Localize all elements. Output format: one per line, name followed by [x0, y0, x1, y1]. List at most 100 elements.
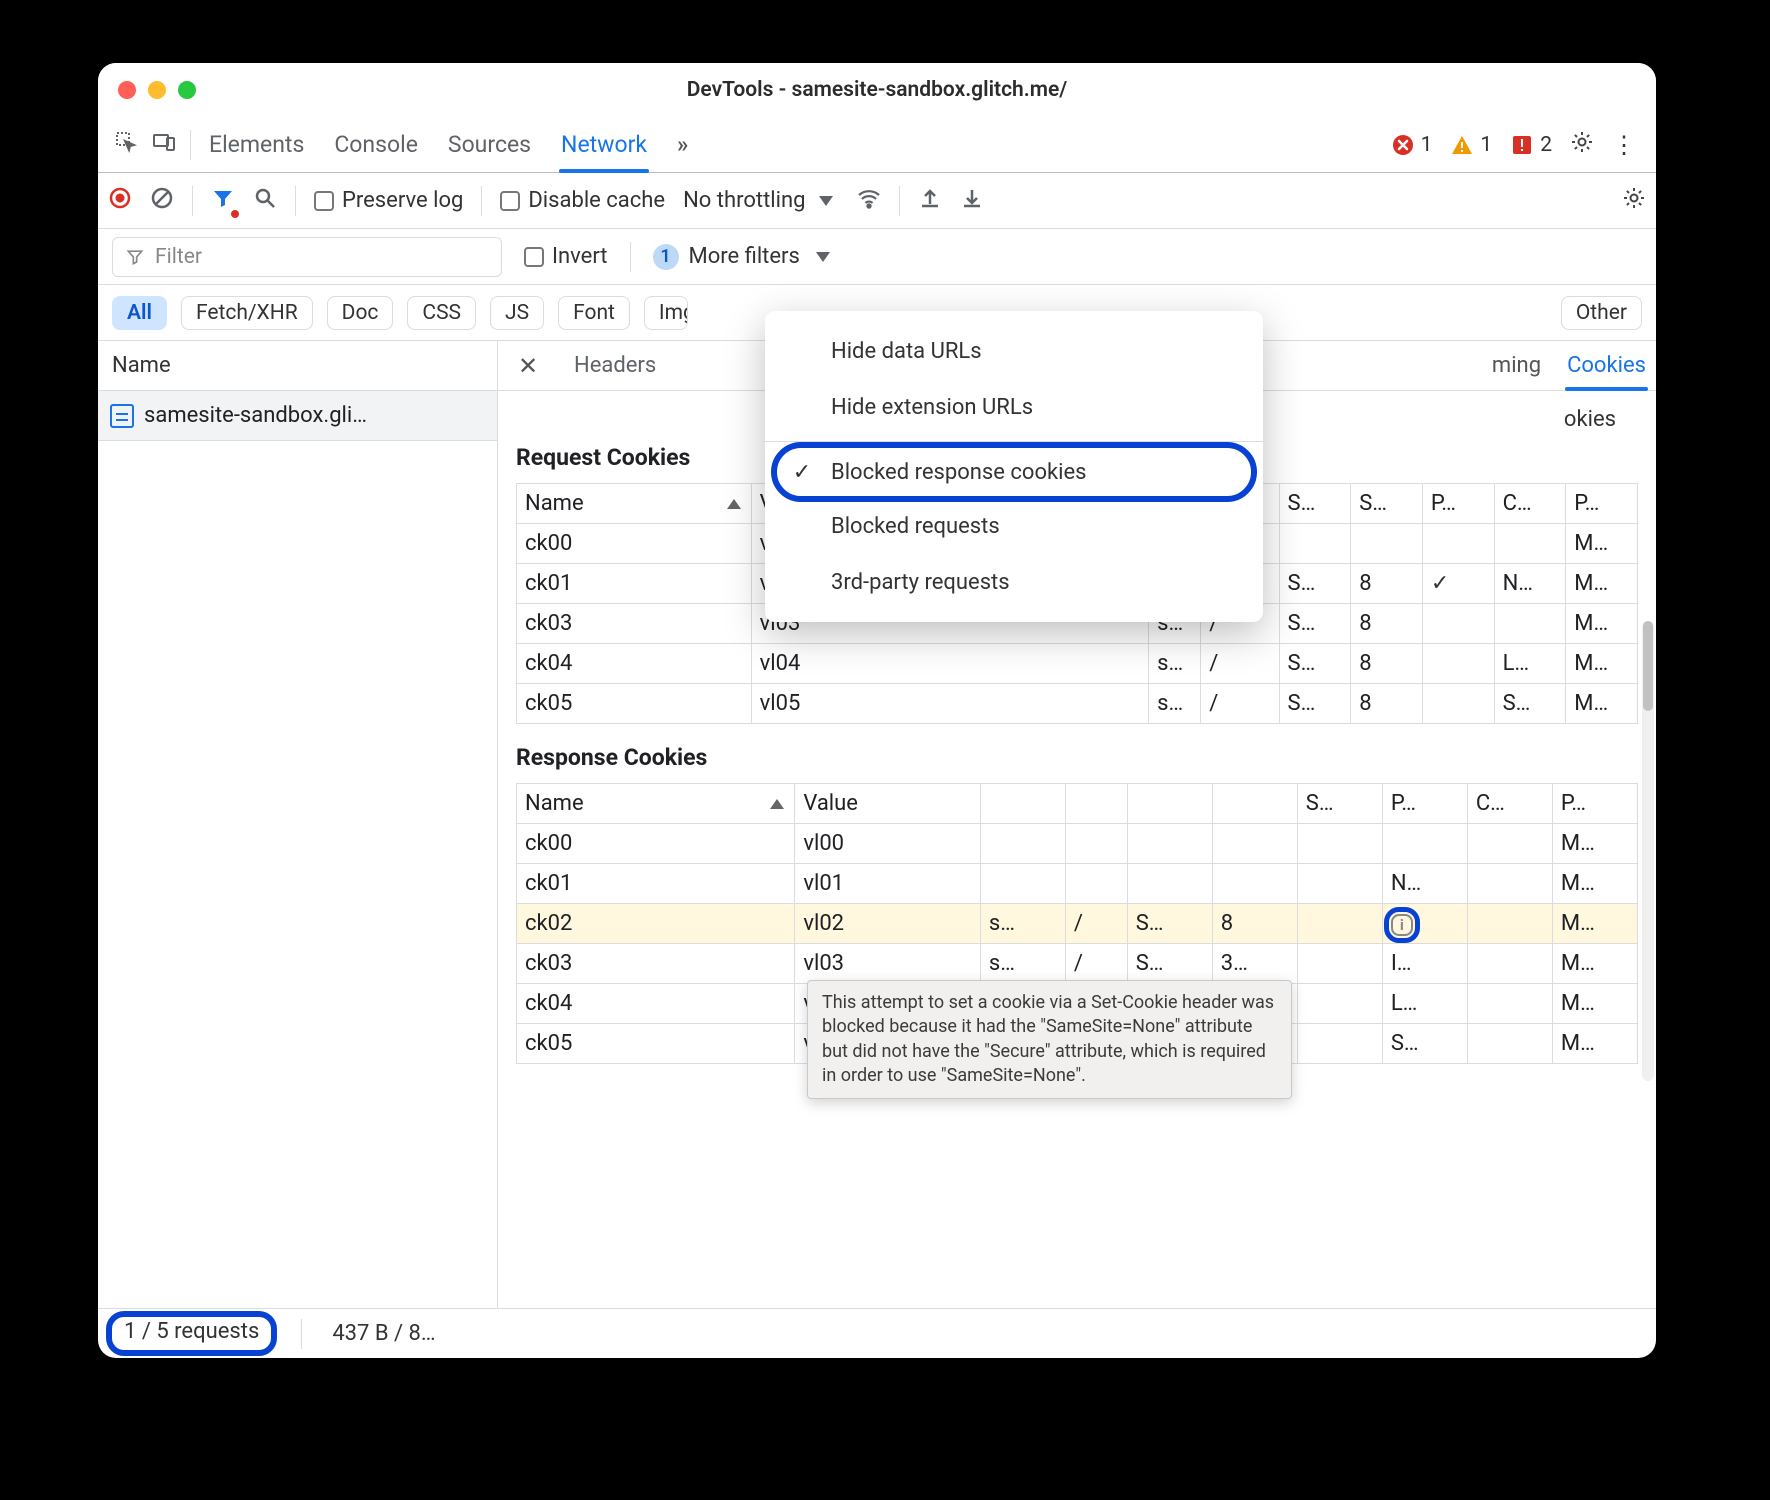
- col-p2[interactable]: P…: [1552, 784, 1637, 824]
- device-toolbar-icon[interactable]: [152, 130, 176, 160]
- tab-headers[interactable]: Headers: [574, 341, 656, 390]
- filter-blocked-response-cookies[interactable]: ✓ Blocked response cookies: [777, 448, 1251, 496]
- more-filters-label: More filters: [689, 244, 800, 269]
- table-cell: M…: [1566, 524, 1638, 564]
- menu-item-label: Hide extension URLs: [831, 395, 1033, 420]
- col-name[interactable]: Name: [517, 784, 795, 824]
- download-har-icon[interactable]: [960, 186, 984, 216]
- table-row[interactable]: ck05vl05s…/S…8S…M…: [517, 684, 1638, 724]
- filter-icon[interactable]: [211, 186, 235, 216]
- table-cell: s…: [1149, 644, 1201, 684]
- table-cell: ck04: [517, 644, 752, 684]
- filter-input[interactable]: Filter: [112, 237, 502, 277]
- vertical-scrollbar[interactable]: [1642, 621, 1654, 1081]
- requests-list-header[interactable]: Name: [98, 341, 497, 391]
- kebab-menu-icon[interactable]: ⋮: [1612, 131, 1636, 159]
- table-row[interactable]: ck04vl04s…/S…8L…M…: [517, 644, 1638, 684]
- col-name[interactable]: Name: [517, 484, 752, 524]
- filter-hide-extension-urls[interactable]: Hide extension URLs: [765, 379, 1263, 435]
- upload-har-icon[interactable]: [918, 186, 942, 216]
- table-cell: i: [1382, 904, 1467, 944]
- table-cell: [1297, 984, 1382, 1024]
- table-cell: ck00: [517, 524, 752, 564]
- table-row[interactable]: ck03vl03s…/S…3…I…M…: [517, 944, 1638, 984]
- col-p2[interactable]: P…: [1566, 484, 1638, 524]
- invert-checkbox[interactable]: Invert: [524, 244, 608, 269]
- errors-count[interactable]: 1: [1391, 133, 1433, 157]
- table-cell: [1127, 824, 1212, 864]
- issues-count[interactable]: 2: [1510, 133, 1552, 157]
- pill-doc[interactable]: Doc: [327, 296, 394, 330]
- disable-cache-checkbox[interactable]: Disable cache: [500, 188, 665, 213]
- table-cell: ck05: [517, 1024, 795, 1064]
- tab-network[interactable]: Network: [561, 117, 647, 172]
- tab-elements[interactable]: Elements: [209, 117, 304, 172]
- pill-font[interactable]: Font: [558, 296, 630, 330]
- menu-item-label: 3rd-party requests: [831, 570, 1010, 595]
- col-c[interactable]: C…: [1494, 484, 1566, 524]
- status-requests: 1 / 5 requests: [112, 1317, 271, 1350]
- col-s1[interactable]: S…: [1297, 784, 1382, 824]
- pill-js[interactable]: JS: [490, 296, 544, 330]
- pill-fetch-xhr[interactable]: Fetch/XHR: [181, 296, 313, 330]
- table-cell: S…: [1279, 564, 1351, 604]
- network-settings-gear-icon[interactable]: [1622, 186, 1646, 216]
- search-icon[interactable]: [253, 186, 277, 216]
- scrollbar-thumb[interactable]: [1643, 621, 1653, 711]
- throttling-value: No throttling: [683, 188, 805, 213]
- status-bar: 1 / 5 requests 437 B / 8…: [98, 1308, 1656, 1358]
- tab-sources[interactable]: Sources: [448, 117, 531, 172]
- table-cell: [1494, 604, 1566, 644]
- filter-3rd-party-requests[interactable]: 3rd-party requests: [765, 554, 1263, 610]
- request-row[interactable]: samesite-sandbox.gli…: [98, 391, 497, 441]
- settings-gear-icon[interactable]: [1570, 130, 1594, 160]
- pill-img[interactable]: Img: [644, 296, 688, 330]
- col-c[interactable]: C…: [1467, 784, 1552, 824]
- table-cell: [1279, 524, 1351, 564]
- col-s2[interactable]: S…: [1351, 484, 1423, 524]
- col-x4[interactable]: [1212, 784, 1297, 824]
- inspect-icon[interactable]: [114, 130, 138, 160]
- info-icon[interactable]: i: [1391, 914, 1413, 936]
- errors-number: 1: [1421, 133, 1433, 157]
- table-cell: ck03: [517, 604, 752, 644]
- separator: [899, 186, 900, 216]
- tab-timing-cut[interactable]: ming: [1492, 341, 1541, 390]
- col-x2[interactable]: [1065, 784, 1127, 824]
- tabs-overflow-button[interactable]: »: [677, 117, 688, 172]
- devtools-window: DevTools - samesite-sandbox.glitch.me/ E…: [98, 63, 1656, 1358]
- clear-icon[interactable]: [150, 186, 174, 216]
- tab-console[interactable]: Console: [334, 117, 418, 172]
- network-conditions-icon[interactable]: [857, 186, 881, 216]
- table-cell: ✓: [1422, 564, 1494, 604]
- preserve-log-checkbox[interactable]: Preserve log: [314, 188, 463, 213]
- table-row[interactable]: ck00vl00M…: [517, 824, 1638, 864]
- tab-cookies[interactable]: Cookies: [1567, 341, 1646, 390]
- col-x1[interactable]: [980, 784, 1065, 824]
- col-value[interactable]: Value: [795, 784, 981, 824]
- table-cell: [1467, 824, 1552, 864]
- main-tabs: Elements Console Sources Network » 1 1: [98, 117, 1656, 173]
- col-s1[interactable]: S…: [1279, 484, 1351, 524]
- throttling-select[interactable]: No throttling: [683, 188, 833, 213]
- warnings-count[interactable]: 1: [1450, 133, 1492, 157]
- table-cell: M…: [1552, 824, 1637, 864]
- filter-blocked-requests[interactable]: Blocked requests: [765, 498, 1263, 554]
- col-p1[interactable]: P…: [1422, 484, 1494, 524]
- table-cell: [1422, 684, 1494, 724]
- col-p1[interactable]: P…: [1382, 784, 1467, 824]
- minimize-window-icon[interactable]: [148, 81, 166, 99]
- close-window-icon[interactable]: [118, 81, 136, 99]
- requests-list-panel: Name samesite-sandbox.gli…: [98, 341, 498, 1308]
- filter-hide-data-urls[interactable]: Hide data URLs: [765, 323, 1263, 379]
- table-row[interactable]: ck02vl02s…/S…8iM…: [517, 904, 1638, 944]
- pill-css[interactable]: CSS: [407, 296, 476, 330]
- zoom-window-icon[interactable]: [178, 81, 196, 99]
- pill-all[interactable]: All: [112, 296, 167, 330]
- record-toggle-icon[interactable]: [108, 186, 132, 216]
- table-row[interactable]: ck01vl01N…M…: [517, 864, 1638, 904]
- col-x3[interactable]: [1127, 784, 1212, 824]
- close-detail-icon[interactable]: ✕: [508, 352, 548, 380]
- more-filters-dropdown[interactable]: 1 More filters: [653, 244, 830, 270]
- pill-other[interactable]: Other: [1561, 296, 1642, 330]
